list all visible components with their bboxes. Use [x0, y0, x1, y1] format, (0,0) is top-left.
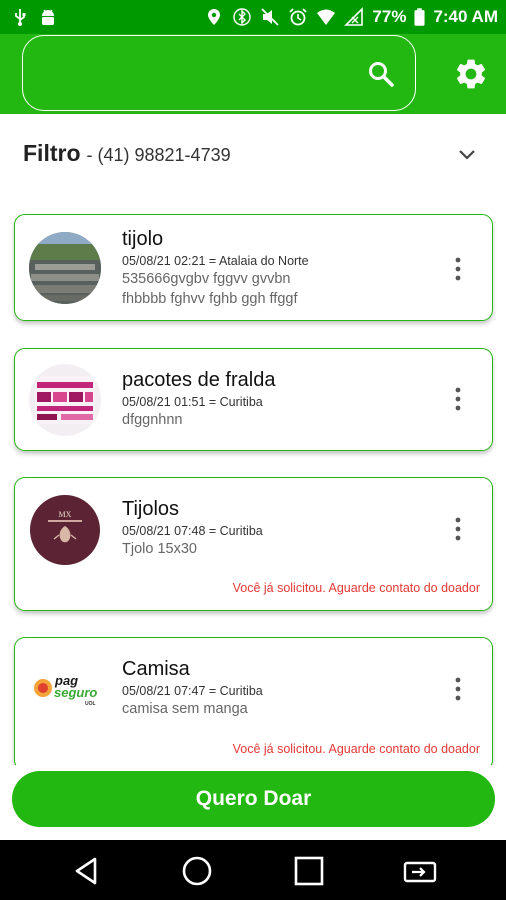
recents-icon[interactable]: [293, 855, 325, 887]
item-thumbnail: [29, 232, 101, 304]
location-icon: [208, 9, 221, 25]
request-status: Você já solicitou. Aguarde contato do do…: [232, 581, 480, 595]
item-title: Camisa: [122, 658, 190, 680]
item-description-line: fhbbbb fghvv fghb ggh ffggf: [122, 291, 298, 307]
wifi-icon: [317, 9, 336, 25]
filter-phone: - (41) 98821-4739: [86, 145, 231, 165]
settings-gear-icon[interactable]: [453, 56, 489, 92]
item-description-line: 535666gvgbv fggvv gvvbn: [122, 271, 291, 287]
request-status: Você já solicitou. Aguarde contato do do…: [232, 742, 480, 756]
clock: 7:40 AM: [433, 7, 498, 26]
system-nav-bar: [0, 840, 506, 900]
item-description: Tjolo 15x30: [122, 539, 452, 559]
usb-icon: [15, 9, 26, 26]
item-title: pacotes de fralda: [122, 369, 276, 391]
item-description: dfggnhnn: [122, 410, 452, 430]
list-item[interactable]: pag seguro UOL Camisa 05/08/21 07:47 = C…: [14, 637, 493, 765]
chevron-down-icon[interactable]: [454, 142, 480, 168]
more-vert-icon[interactable]: [448, 515, 468, 543]
rotate-screen-icon[interactable]: [402, 855, 438, 887]
item-description-line: dfggnhnn: [122, 412, 183, 428]
logo-text: MX: [59, 510, 72, 519]
bottom-action-area: Quero Doar: [0, 765, 506, 840]
list-item[interactable]: pacotes de fralda 05/08/21 01:51 = Curit…: [14, 348, 493, 451]
search-box[interactable]: [22, 35, 416, 111]
item-thumbnail: pag seguro UOL: [29, 655, 103, 725]
filter-bar[interactable]: Filtro - (41) 98821-4739: [23, 140, 231, 170]
battery-icon: [414, 8, 425, 26]
item-meta: 05/08/21 07:47 = Curitiba: [122, 684, 263, 698]
item-description-line: Tjolo 15x30: [122, 541, 197, 557]
battery-percentage: 77%: [372, 7, 407, 26]
logo-text: seguro: [54, 685, 97, 700]
item-meta: 05/08/21 01:51 = Curitiba: [122, 395, 263, 409]
more-vert-icon[interactable]: [448, 385, 468, 413]
status-bar: 77% 7:40 AM: [0, 0, 506, 34]
logo-text: UOL: [85, 701, 96, 707]
search-input[interactable]: [39, 54, 363, 96]
list-item[interactable]: tijolo 05/08/21 02:21 = Atalaia do Norte…: [14, 214, 493, 321]
alarm-icon: [289, 8, 307, 26]
donate-button[interactable]: Quero Doar: [12, 771, 495, 827]
item-description: camisa sem manga: [122, 699, 452, 719]
app-header: [0, 34, 506, 114]
more-vert-icon[interactable]: [448, 255, 468, 283]
home-icon[interactable]: [181, 855, 213, 887]
item-title: Tijolos: [122, 498, 180, 520]
bluetooth-icon: [233, 8, 252, 26]
mute-icon: [261, 8, 280, 26]
more-vert-icon[interactable]: [448, 675, 468, 703]
item-title: tijolo: [122, 228, 164, 250]
list-item[interactable]: MX Tijolos 05/08/21 07:48 = Curitiba Tjo…: [14, 477, 493, 611]
item-meta: 05/08/21 07:48 = Curitiba: [122, 524, 263, 538]
search-icon[interactable]: [367, 60, 395, 88]
filter-title: Filtro: [23, 140, 81, 166]
item-meta: 05/08/21 02:21 = Atalaia do Norte: [122, 254, 309, 268]
item-thumbnail: [29, 364, 101, 436]
donation-list: tijolo 05/08/21 02:21 = Atalaia do Norte…: [0, 200, 506, 765]
item-description-line: camisa sem manga: [122, 701, 248, 717]
item-description: 535666gvgbv fggvv gvvbn fhbbbb fghvv fgh…: [122, 269, 452, 309]
android-debug-icon: [42, 9, 54, 25]
signal-icon: [344, 7, 364, 26]
item-thumbnail: MX: [30, 495, 100, 565]
back-icon[interactable]: [71, 855, 103, 887]
